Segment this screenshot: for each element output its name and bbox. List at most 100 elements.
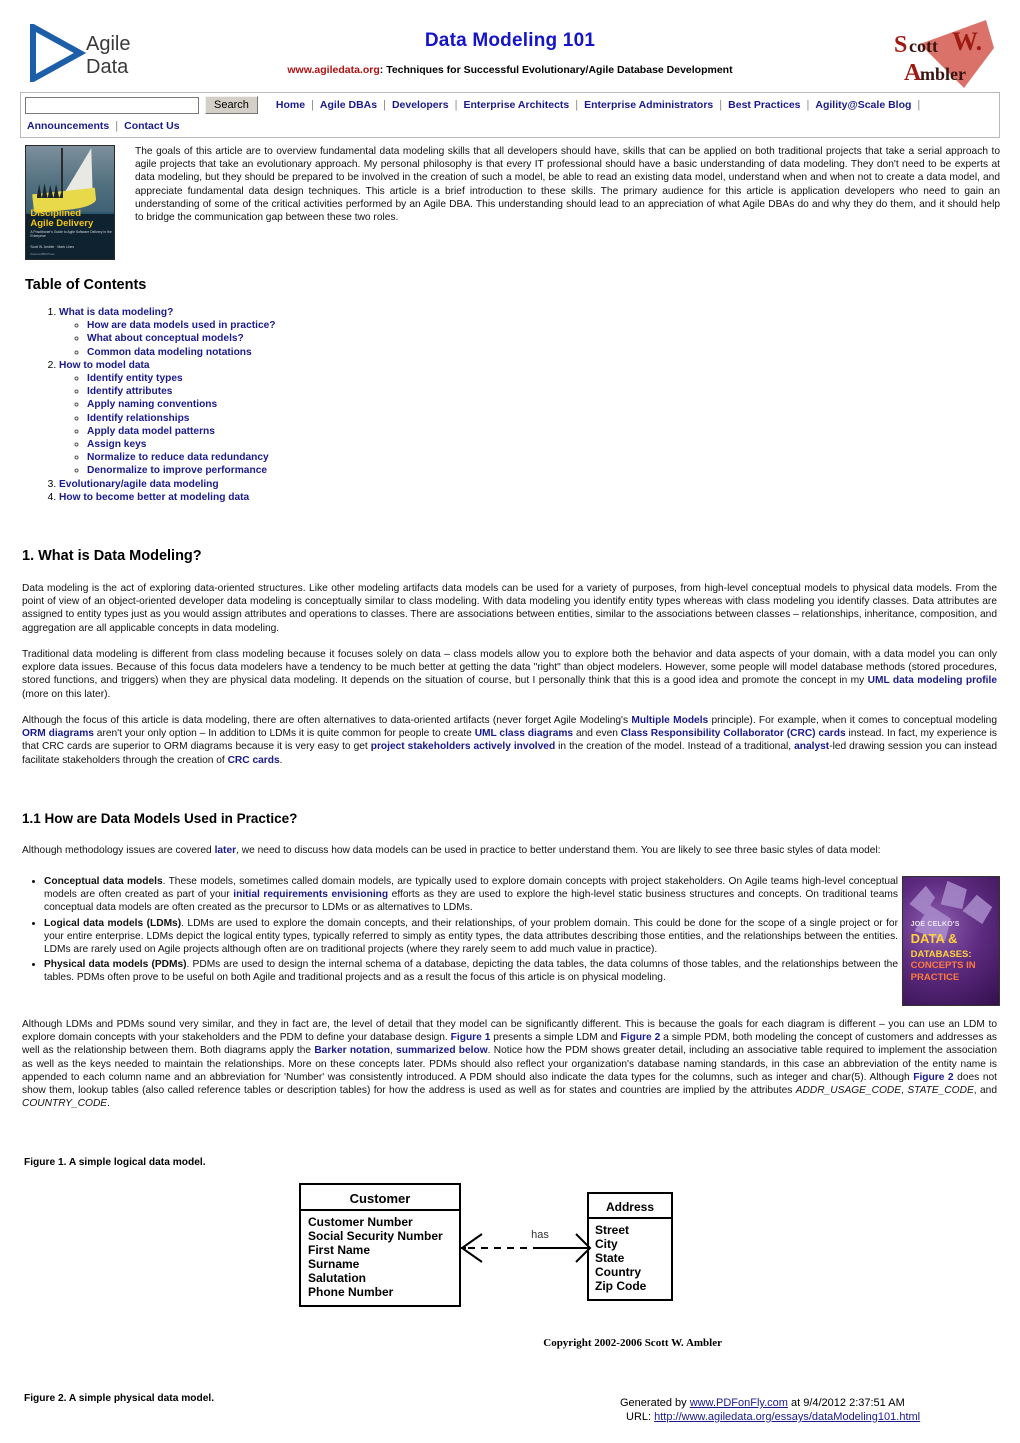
s11p2-text-i: . <box>107 1098 110 1110</box>
book-cover-subtitle: A Practitioner's Guide to Agile Software… <box>30 229 112 238</box>
toc-link-common-data-modeling-notations[interactable]: Common data modeling notations <box>87 347 252 358</box>
site-tagline: www.agiledata.org: Techniques for Succes… <box>0 64 1020 76</box>
customer-entity-name: Customer <box>350 1191 411 1206</box>
link-figure-2b[interactable]: Figure 2 <box>913 1072 953 1083</box>
celko-title-line3: CONCEPTS IN <box>910 960 976 972</box>
toc-sublist-2: Identify entity types Identify attribute… <box>59 372 276 478</box>
joe-celko-book-cover[interactable]: JOE CELKO'S DATA & DATABASES: CONCEPTS I… <box>902 876 1000 1006</box>
tagline-domain: www.agiledata.org <box>287 64 380 76</box>
nav-link-best-practices[interactable]: Best Practices <box>728 99 800 111</box>
figure1-caption: Figure 1. A simple logical data model. <box>24 1157 206 1168</box>
toc-link-what-is-data-modeling[interactable]: What is data modeling? <box>59 307 173 318</box>
nav-link-contact-us[interactable]: Contact Us <box>124 120 179 132</box>
link-figure-1[interactable]: Figure 1 <box>451 1032 491 1043</box>
toc-link-denormalize[interactable]: Denormalize to improve performance <box>87 465 267 476</box>
list-item: Conceptual data models. These models, so… <box>44 875 898 915</box>
nav-link-agile-dbas[interactable]: Agile DBAs <box>320 99 377 111</box>
link-analyst[interactable]: analyst <box>794 741 829 752</box>
footer-generated-prefix: Generated by <box>620 1397 690 1409</box>
link-project-stakeholders[interactable]: project stakeholders actively involved <box>371 741 555 752</box>
page-title: Data Modeling 101 <box>424 30 596 51</box>
footer-source-url-link[interactable]: http://www.agiledata.org/essays/dataMode… <box>654 1411 920 1423</box>
celko-title-line1: DATA & <box>910 931 958 947</box>
title-block: Data Modeling 101 www.agiledata.org: Tec… <box>0 30 1020 76</box>
footer-generated-suffix: at 9/4/2012 2:37:51 AM <box>787 1397 905 1409</box>
scott-logo-text-1b: cott <box>909 36 938 56</box>
s1p3-text-f: in the creation of the model. Instead of… <box>555 741 795 753</box>
link-initial-requirements-envisioning[interactable]: initial requirements envisioning <box>233 889 388 900</box>
section11-paragraph-2: Although LDMs and PDMs sound very simila… <box>22 1018 997 1110</box>
link-crc-cards[interactable]: Class Responsibility Collaborator (CRC) … <box>621 728 846 739</box>
nav-link-enterprise-administrators[interactable]: Enterprise Administrators <box>584 99 713 111</box>
link-later[interactable]: later <box>215 845 237 856</box>
toc-link-apply-naming-conventions[interactable]: Apply naming conventions <box>87 399 217 410</box>
link-orm-diagrams[interactable]: ORM diagrams <box>22 728 94 739</box>
toc-subitem: How are data models used in practice? <box>87 319 276 332</box>
address-attr-1: City <box>595 1237 618 1251</box>
toc-link-what-about-conceptual-models[interactable]: What about conceptual models? <box>87 333 244 344</box>
s11p1-text-a: Although methodology issues are covered <box>22 845 215 856</box>
toc-item-2: How to model data Identify entity types … <box>59 359 276 478</box>
toc-link-normalize[interactable]: Normalize to reduce data redundancy <box>87 452 269 463</box>
nav-divider: | <box>719 99 723 111</box>
nav-link-announcements[interactable]: Announcements <box>27 120 109 132</box>
toc-link-how-to-become-better[interactable]: How to become better at modeling data <box>59 492 249 503</box>
link-multiple-models[interactable]: Multiple Models <box>631 715 708 726</box>
toc-subitem: Normalize to reduce data redundancy <box>87 451 276 464</box>
s1p2-text-a: Traditional data modeling is different f… <box>22 649 997 687</box>
section11-heading: 1.1 How are Data Models Used in Practice… <box>22 811 298 826</box>
s11p2-text-h: , and <box>973 1085 997 1097</box>
bullet-term-physical: Physical data models (PDMs) <box>44 959 187 971</box>
toc-link-identify-entity-types[interactable]: Identify entity types <box>87 373 183 384</box>
disciplined-agile-delivery-book-cover[interactable]: Disciplined Agile Delivery A Practitioner… <box>25 145 115 260</box>
table-of-contents: What is data modeling? How are data mode… <box>25 306 276 504</box>
s11p1-text-b: , we need to discuss how data models can… <box>236 845 881 856</box>
scott-ambler-logo-mark: S cott W. A mbler <box>894 20 994 88</box>
attr-state-code: STATE_CODE <box>907 1085 974 1097</box>
footer-pdfonfly-link[interactable]: www.PDFonFly.com <box>690 1397 788 1409</box>
data-model-styles-list: Conceptual data models. These models, so… <box>22 875 898 985</box>
customer-attr-5: Phone Number <box>308 1285 394 1299</box>
book-cover-authors: Scott W. Ambler · Mark Lines <box>30 244 75 249</box>
nav-link-agility-at-scale-blog[interactable]: Agility@Scale Blog <box>815 99 911 111</box>
section1-paragraph-1: Data modeling is the act of exploring da… <box>22 583 997 634</box>
s11p2-text-b: presents a simple LDM and <box>490 1032 621 1044</box>
toc-link-apply-data-model-patterns[interactable]: Apply data model patterns <box>87 426 215 437</box>
toc-subitem: Common data modeling notations <box>87 346 276 359</box>
list-item: Physical data models (PDMs). PDMs are us… <box>44 958 898 984</box>
attr-country-code: COUNTRY_CODE <box>22 1098 108 1110</box>
nav-row-secondary: Announcements | Contact Us <box>25 119 995 133</box>
section1-heading: 1. What is Data Modeling? <box>22 548 202 564</box>
customer-attr-2: First Name <box>308 1243 370 1257</box>
toc-link-identify-relationships[interactable]: Identify relationships <box>87 413 189 424</box>
scott-ambler-logo[interactable]: S cott W. A mbler <box>890 18 1002 90</box>
nav-divider: | <box>917 99 921 111</box>
page-root: Agile Data Data Modeling 101 www.agileda… <box>0 0 1020 1443</box>
link-figure-2[interactable]: Figure 2 <box>621 1032 661 1043</box>
s1p3-text-c: aren't your only option – In addition to… <box>93 728 475 740</box>
toc-link-how-are-data-models-used[interactable]: How are data models used in practice? <box>87 320 276 331</box>
bullet-term-conceptual: Conceptual data models <box>44 876 163 887</box>
diagram-copyright: Copyright 2002-2006 Scott W. Ambler <box>543 1337 722 1349</box>
footer-generated-line: Generated by www.PDFonFly.com at 9/4/201… <box>620 1396 1005 1410</box>
toc-link-assign-keys[interactable]: Assign keys <box>87 439 146 450</box>
toc-link-evolutionary-agile-data-modeling[interactable]: Evolutionary/agile data modeling <box>59 479 219 490</box>
figure2-caption: Figure 2. A simple physical data model. <box>24 1393 215 1404</box>
link-uml-class-diagrams[interactable]: UML class diagrams <box>475 728 573 739</box>
nav-link-developers[interactable]: Developers <box>392 99 449 111</box>
toc-link-how-to-model-data[interactable]: How to model data <box>59 360 150 371</box>
section1-heading-wrapper: 1. What is Data Modeling? <box>22 548 202 564</box>
toc-subitem: Assign keys <box>87 438 276 451</box>
link-uml-data-modeling-profile[interactable]: UML data modeling profile <box>868 675 997 686</box>
toc-link-identify-attributes[interactable]: Identify attributes <box>87 386 172 397</box>
link-barker-notation[interactable]: Barker notation <box>314 1045 390 1056</box>
link-crc-cards-2[interactable]: CRC cards <box>228 755 280 766</box>
link-summarized-below[interactable]: summarized below <box>396 1045 488 1056</box>
nav-link-enterprise-architects[interactable]: Enterprise Architects <box>463 99 569 111</box>
search-button[interactable]: Search <box>205 96 258 114</box>
s1p3-text-b: principle). For example, when it comes t… <box>708 715 998 726</box>
nav-link-home[interactable]: Home <box>276 99 305 111</box>
search-input[interactable] <box>25 96 199 114</box>
list-item: Logical data models (LDMs). LDMs are use… <box>44 917 898 957</box>
s1p3-text-d: and even <box>573 728 621 740</box>
